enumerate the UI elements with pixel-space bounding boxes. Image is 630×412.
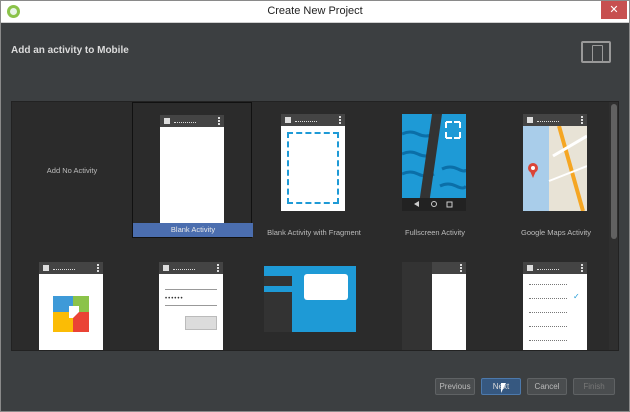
overflow-menu-icon [339,116,341,124]
app-icon [164,118,170,124]
title-placeholder [295,117,317,122]
action-bar [39,262,103,274]
overflow-menu-icon [581,264,583,272]
tile-blank-activity[interactable]: Blank Activity [132,102,253,238]
tile-master-detail-flow[interactable] [254,250,374,350]
tile-label: Add No Activity [46,166,98,175]
maps-preview [523,114,587,211]
tile-login-activity[interactable]: •••••• [132,250,252,350]
setting-row [529,298,567,299]
title-placeholder [174,118,196,123]
tile-label: Blank Activity with Fragment [267,228,361,237]
tile-navigation-drawer-activity[interactable] [375,250,495,350]
app-icon [285,117,291,123]
cancel-button[interactable]: Cancel [527,378,567,395]
window-title: Create New Project [267,5,363,17]
master-list [264,276,292,332]
setting-row [529,312,567,313]
mouse-cursor-icon [501,383,506,393]
puzzle-piece-icon [53,296,89,332]
action-bar [523,114,587,126]
activity-gallery: Add No Activity Blank Activity Blank Act… [11,101,619,351]
password-field: •••••• [165,296,217,306]
setting-row [529,284,567,285]
selected-list-item [264,286,292,292]
action-bar [159,262,223,274]
tile-settings-activity[interactable]: ✓ [496,250,616,350]
title-placeholder [53,265,75,270]
scrollbar-thumb[interactable] [611,104,617,239]
action-bar [432,262,466,274]
tile-google-play-services-activity[interactable] [12,250,132,350]
gallery-scrollbar[interactable] [609,102,618,350]
settings-preview: ✓ [523,262,587,350]
detail-card [304,274,348,300]
navigation-drawer-preview [402,262,466,350]
email-field [165,282,217,290]
tile-fullscreen-activity[interactable]: Fullscreen Activity [375,102,495,238]
close-button[interactable]: ✕ [601,1,627,19]
fullscreen-waves-icon [402,114,466,211]
master-detail-preview [264,266,356,332]
tile-add-no-activity[interactable]: Add No Activity [12,102,132,238]
app-icon [163,265,169,271]
sign-in-button [185,316,217,330]
dialog-header: Add an activity to Mobile [1,23,629,83]
checkbox-check-icon: ✓ [573,292,580,301]
app-icon [527,117,533,123]
overflow-menu-icon [218,117,220,125]
page-title: Add an activity to Mobile [11,45,129,56]
navigation-drawer [402,262,432,350]
tile-google-maps-activity[interactable]: Google Maps Activity [496,102,616,238]
action-bar [160,115,224,127]
tile-blank-activity-fragment[interactable]: Blank Activity with Fragment [254,102,374,238]
overflow-menu-icon [460,264,462,272]
title-placeholder [537,117,559,122]
setting-row [529,326,567,327]
play-services-preview [39,262,103,350]
action-bar [281,114,345,126]
tile-label: Google Maps Activity [520,228,592,237]
app-icon [527,265,533,271]
login-preview: •••••• [159,262,223,350]
tile-label: Blank Activity [133,223,253,237]
tile-label: Fullscreen Activity [404,228,466,237]
app-icon [43,265,49,271]
title-placeholder [537,265,559,270]
action-bar [523,262,587,274]
device-form-factor-icon [581,41,611,63]
fragment-outline [287,132,339,204]
setting-row [529,340,567,341]
fullscreen-preview [402,114,466,211]
create-project-dialog: Create New Project ✕ Add an activity to … [0,0,630,412]
finish-button[interactable]: Finish [573,378,615,395]
previous-button[interactable]: Previous [435,378,475,395]
map-icon [523,126,587,211]
blank-activity-preview [160,115,224,227]
title-placeholder [173,265,195,270]
overflow-menu-icon [97,264,99,272]
overflow-menu-icon [217,264,219,272]
overflow-menu-icon [581,116,583,124]
title-bar: Create New Project ✕ [1,1,629,23]
fragment-preview [281,114,345,211]
